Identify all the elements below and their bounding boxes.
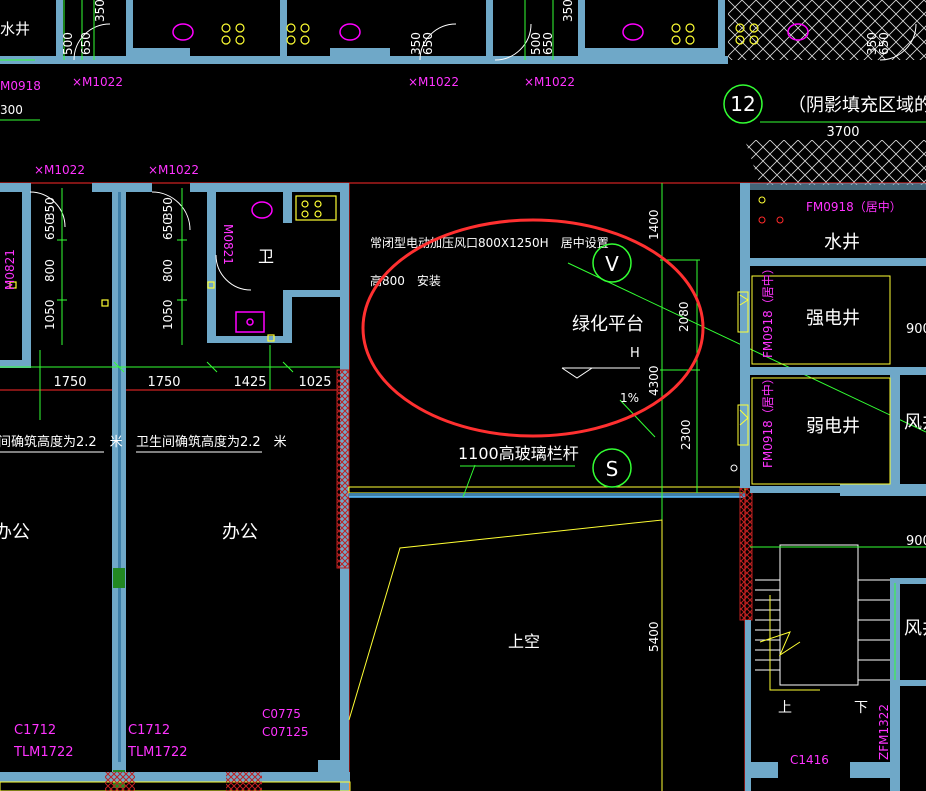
top-wall-col	[718, 0, 725, 60]
top-wall-seg	[580, 48, 720, 60]
dim-text: 2300	[679, 419, 693, 450]
void-outline	[348, 519, 663, 791]
railing-label: 1100高玻璃栏杆	[458, 444, 579, 463]
hatch-dim: 3700	[826, 125, 859, 140]
hatch-note: （阴影填充区域的约	[788, 95, 926, 116]
circle-v-label: V	[605, 252, 619, 276]
stair-down: 下	[854, 700, 868, 716]
top-left-well-label: 水井	[0, 20, 30, 38]
height-note-left: 间确筑高度为2.2 米	[0, 434, 123, 450]
dim-text: 500	[61, 32, 75, 55]
dim-text: 350	[93, 0, 107, 22]
dim-text: 350	[161, 197, 175, 220]
door-tag-weak: FM0918（居中）	[760, 372, 775, 468]
dim-text: 800	[161, 259, 175, 282]
office-right: 办公	[222, 522, 258, 543]
door-tag-strong: FM0918（居中）	[760, 262, 775, 358]
dim-text: 650	[421, 32, 435, 55]
vent-note-line1: 常闭型电动加压风口800X1250H 居中设置	[370, 235, 609, 250]
window-tag-up: C1712	[128, 723, 170, 738]
cad-floor-plan: 500 650 350 350 650 500 650 350 350 650 …	[0, 0, 926, 791]
dim-text: 1025	[298, 375, 331, 390]
dim-text: 1050	[161, 299, 175, 330]
dim-text: 650	[877, 32, 891, 55]
slope-label: 1%	[620, 391, 639, 405]
door-tag-top: FM0918（居中）	[806, 199, 902, 214]
dim-text: 650	[161, 217, 175, 240]
dim-text: 1050	[43, 299, 57, 330]
stair-up: 上	[778, 700, 792, 716]
window-tag-up: C0775	[262, 707, 301, 721]
level-h: H	[630, 346, 640, 361]
door-tag: ×M1022	[524, 75, 575, 89]
office-left: 办公	[0, 522, 30, 543]
top-strip: 500 650 350 350 650 500 650 350 350 650 …	[0, 0, 926, 185]
void-label: 上空	[508, 632, 540, 651]
left-horizontal-dims: 1750 1750 1425 1025	[53, 375, 331, 390]
door-tag: ×M1022	[34, 163, 85, 177]
axis-number: 12	[730, 92, 755, 116]
dim-text: 350	[43, 197, 57, 220]
dim-text: 350	[561, 0, 575, 22]
platform-label: 绿化平台	[572, 314, 644, 335]
door-tag-zfm: ZFM1322	[877, 704, 891, 760]
hatch-region-lower	[745, 140, 926, 185]
dim-text: 4300	[647, 365, 661, 396]
dim-text: 650	[541, 32, 555, 55]
well-water: 水井	[824, 232, 860, 253]
toilet-label: 卫	[258, 247, 274, 266]
dim-text: 1750	[147, 375, 180, 390]
window-tags: C1712 TLM1722 C1712 TLM1722 C0775 C07125	[13, 707, 309, 760]
left-rooms: 350 650 800 1050 350 650 800 1050 1750 1…	[0, 163, 351, 791]
window-tag-down: C07125	[262, 725, 309, 739]
circle-s-label: S	[606, 457, 619, 481]
dim-900-b: 900	[906, 534, 926, 549]
dim-900-a: 900	[906, 322, 926, 337]
left-vertical-dims: 350 650 800 1050 350 650 800 1050	[43, 197, 175, 330]
well-strong: 强电井	[806, 308, 860, 329]
well-weak: 弱电井	[806, 416, 860, 437]
window-tag-down: TLM1722	[127, 745, 187, 760]
top-wall-col	[126, 0, 133, 60]
door-tag: ×M1022	[148, 163, 199, 177]
right-rooms: FM0918（居中） 水井 强电井 弱电井 FM0918（居中） FM0918（…	[730, 183, 926, 791]
dim-text: 800	[43, 259, 57, 282]
wind-shaft-a: 风井	[904, 412, 926, 433]
top-left-dim: 300	[0, 103, 23, 117]
door-tag: ×M1022	[408, 75, 459, 89]
wind-shaft-b: 风井	[904, 618, 926, 639]
top-left-door-label: M0918	[0, 79, 41, 93]
top-wall-seg	[330, 48, 390, 60]
height-note-right: 卫生间确筑高度为2.2 米	[136, 434, 287, 450]
annotation-circle	[361, 218, 705, 438]
dim-text: 1750	[53, 375, 86, 390]
dim-text: 1400	[647, 209, 661, 240]
dim-text: 5400	[647, 621, 661, 652]
window-tag-up: C1712	[14, 723, 56, 738]
dim-text: 650	[79, 32, 93, 55]
dim-text: 650	[43, 217, 57, 240]
side-door-tag: M0821	[3, 249, 17, 290]
top-wall-col	[486, 0, 493, 60]
side-door-tag: M0821	[221, 224, 235, 265]
door-tag: ×M1022	[72, 75, 123, 89]
top-wall-seg	[130, 48, 190, 60]
window-tag-down: TLM1722	[13, 745, 73, 760]
top-wall-col	[280, 0, 287, 60]
stair	[755, 544, 890, 686]
dim-text: 2080	[677, 301, 691, 332]
stair-railing	[759, 595, 820, 691]
dim-text: 1425	[233, 375, 266, 390]
door-swings-left	[29, 191, 252, 291]
toilet-fixture	[235, 201, 273, 333]
window-tag-c: C1416	[790, 753, 829, 767]
top-wall-col	[578, 0, 585, 60]
